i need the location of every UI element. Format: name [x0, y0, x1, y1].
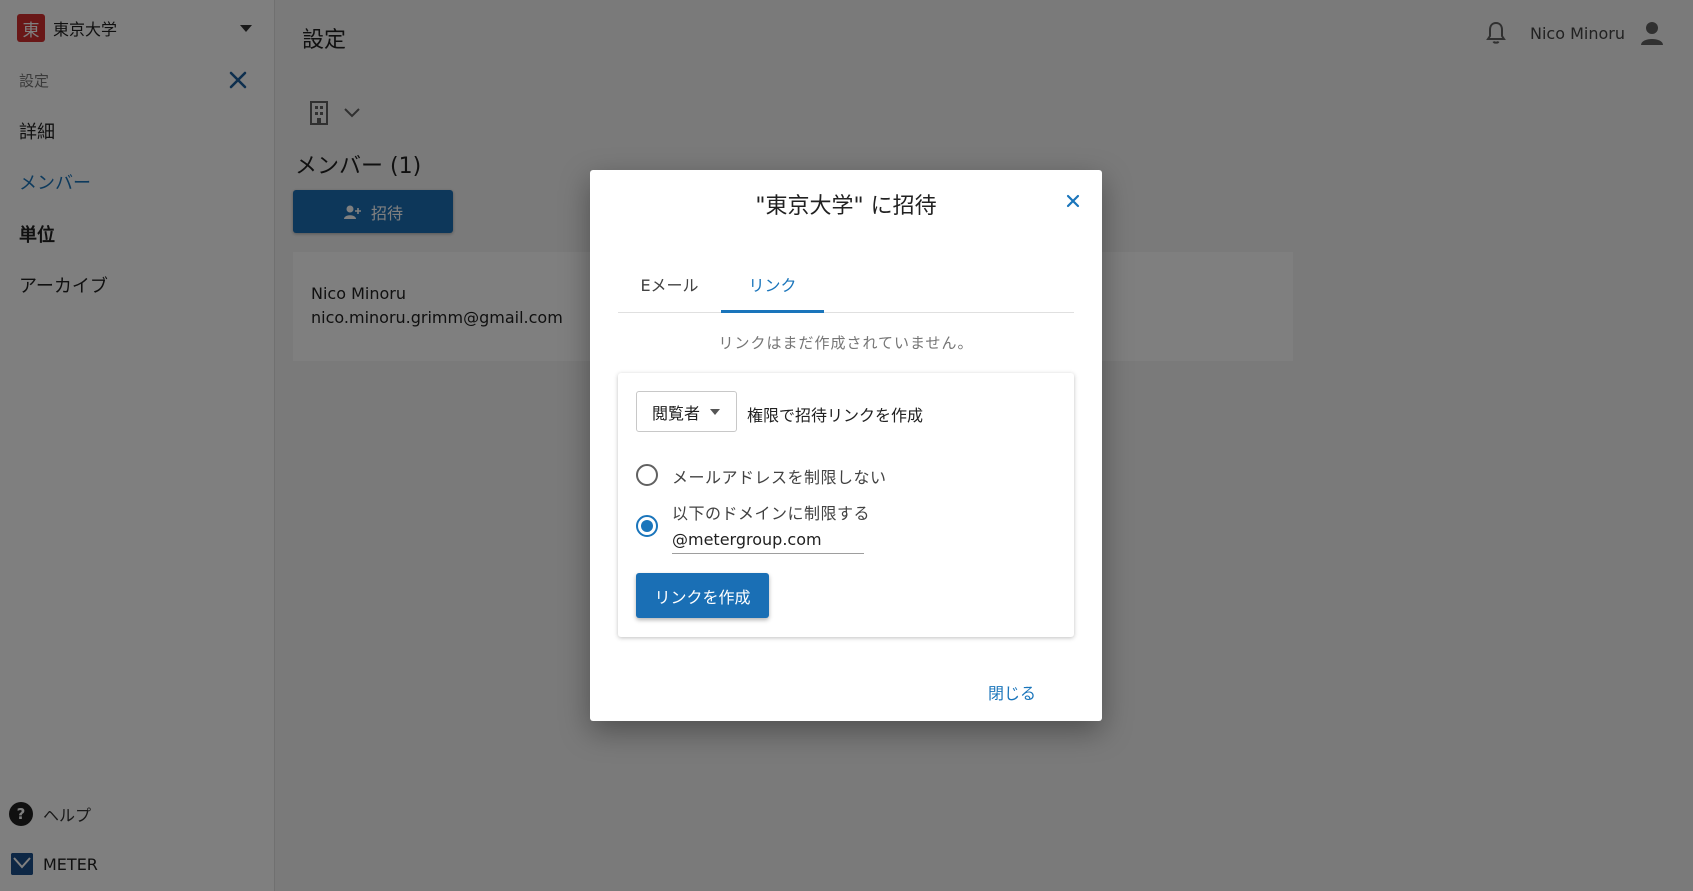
- link-form: 閲覧者 権限で招待リンクを作成 メールアドレスを制限しない 以下のドメインに制限…: [618, 373, 1074, 637]
- role-select-value: 閲覧者: [652, 403, 701, 423]
- radio-domain-restricted[interactable]: [636, 515, 658, 537]
- no-link-note: リンクはまだ作成されていません。: [718, 334, 974, 352]
- close-icon[interactable]: [1064, 192, 1082, 210]
- domain-input[interactable]: [672, 525, 864, 554]
- radio-unrestricted[interactable]: [636, 464, 658, 486]
- caret-down-icon: [710, 408, 721, 415]
- tab-email[interactable]: Eメール: [618, 256, 721, 312]
- invite-dialog: "東京大学" に招待 Eメール リンク リンクはまだ作成されていません。 閲覧者…: [590, 170, 1102, 721]
- create-link-button[interactable]: リンクを作成: [636, 573, 769, 618]
- role-select[interactable]: 閲覧者: [636, 391, 737, 432]
- dialog-title: "東京大学" に招待: [755, 194, 937, 219]
- close-dialog-button[interactable]: 閉じる: [988, 680, 1036, 704]
- invite-tabs: Eメール リンク: [618, 256, 1074, 313]
- tab-link-label: リンク: [748, 276, 797, 295]
- role-suffix-text: 権限で招待リンクを作成: [747, 406, 924, 425]
- radio-unrestricted-label[interactable]: メールアドレスを制限しない: [672, 464, 887, 488]
- radio-selected-dot: [641, 520, 653, 532]
- tab-link[interactable]: リンク: [721, 256, 824, 313]
- radio-domain-label[interactable]: 以下のドメインに制限する: [672, 500, 870, 524]
- tab-active-indicator: [721, 310, 824, 313]
